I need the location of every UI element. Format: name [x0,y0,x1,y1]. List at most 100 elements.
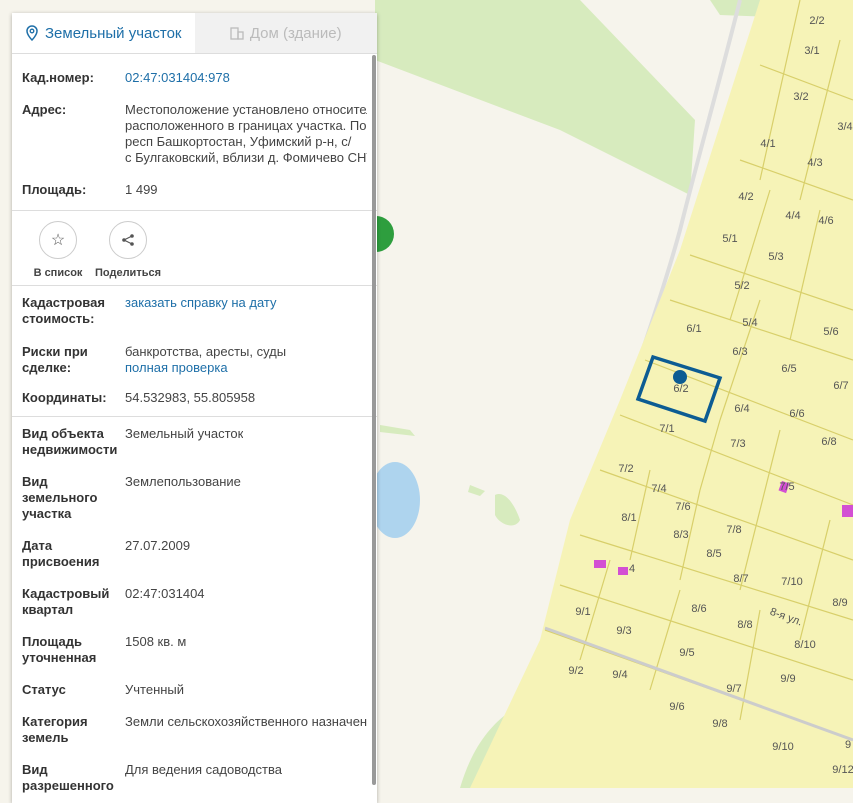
property-row: Площадь уточненная 1508 кв. м [12,634,377,666]
coordinates-row: Координаты: 54.532983, 55.805958 [12,390,377,406]
cost-label: Кадастровая стоимость: [22,295,105,326]
properties-list: Вид объекта недвижимости Земельный участок… [12,426,377,794]
property-label: Статус [22,682,66,697]
property-label: Вид объекта недвижимости [22,426,118,457]
tab-house[interactable]: Дом (здание) [194,13,377,53]
property-label: Дата присвоения [22,538,100,569]
scrollbar[interactable] [372,55,376,785]
address-line: респ Башкортостан, Уфимский р-н, с/ [125,134,352,149]
plot-label: 9/5 [679,647,694,659]
property-value: Земли сельскохозяйственного назначения [125,714,367,729]
property-row: Вид объекта недвижимости Земельный участок [12,426,377,458]
plot-label: 7/2 [618,463,633,475]
plot-label: 7/1 [659,423,674,435]
property-value: Земельный участок [125,426,244,441]
address-line: Местоположение установлено относитель [125,102,367,117]
plot-label: 5/4 [742,317,757,329]
plot-label: 9/4 [612,669,627,681]
plot-label: 3/4 [837,121,852,133]
plot-label: 9/9 [780,673,795,685]
risk-value: банкротства, аресты, суды [125,344,287,359]
risk-row: Риски при сделке: банкротства, аресты, су… [12,344,377,376]
plot-label: 6/7 [833,380,848,392]
plot-label: 6/6 [789,408,804,420]
property-row: Статус Учтенный [12,682,377,698]
star-icon: ☆ [50,232,66,249]
plot-label: 9/8 [712,718,727,730]
plot-label: 6/2 [673,383,688,395]
building [842,505,853,517]
plot-label: 4 [629,563,635,575]
plot-label: 6/8 [821,436,836,448]
property-label: Кадастровый квартал [22,586,110,617]
plot-label: 6/5 [781,363,796,375]
property-value: 1508 кв. м [125,634,187,649]
tab-bar: Земельный участок Дом (здание) [12,13,377,54]
plot-label: 4/1 [760,138,775,150]
cad-number-value[interactable]: 02:47:031404:978 [125,70,230,86]
plot-label: 6/1 [686,323,701,335]
property-value: Для ведения садоводства [125,762,282,777]
cad-number-label: Кад.номер: [22,70,94,85]
plot-label: 8/7 [733,573,748,585]
address-line: расположенного в границах участка. Почт [125,118,367,133]
plot-label: 8/5 [706,548,721,560]
property-label: Площадь уточненная [22,634,97,665]
plot-label: 9/6 [669,701,684,713]
plot-label: 7/3 [730,438,745,450]
plot-label: 7/5 [779,481,794,493]
property-value: 27.07.2009 [125,538,191,553]
plot-label: 5/3 [768,251,783,263]
plot-label: 7/8 [726,524,741,536]
plot-label: 8/8 [737,619,752,631]
area-row: Площадь: 1 499 [12,182,377,198]
full-check-link[interactable]: полная проверка [125,360,286,376]
property-value: Учтенный [125,682,185,697]
plot-label: 4/3 [807,157,822,169]
plot-label: 9/2 [568,665,583,677]
plot-label: 3/1 [804,45,819,57]
property-row: Дата присвоения 27.07.2009 [12,538,377,570]
plot-label: 4/6 [818,215,833,227]
plot-label: 6/4 [734,403,749,415]
action-bar: ☆ В список Поделиться [12,211,377,285]
address-label: Адрес: [22,102,67,117]
plot-label: 9/7 [726,683,741,695]
plot-label: 2/2 [809,15,824,27]
plot-label: 4/2 [738,191,753,203]
pond [370,462,420,538]
risk-label: Риски при сделке: [22,344,88,375]
share-icon [122,234,134,246]
plot-label: 8/10 [794,639,815,651]
plot-label: 9/3 [616,625,631,637]
address-value: Местоположение установлено относитель ра… [125,102,367,166]
cad-number-row: Кад.номер: 02:47:031404:978 [12,70,377,86]
tab-land-label: Земельный участок [44,24,182,42]
building [618,567,628,575]
plot-label: 9/10 [772,741,793,753]
info-panel: Земельный участок Дом (здание) Кад.номер… [12,13,377,803]
save-to-list-button[interactable]: ☆ В список [30,221,86,285]
save-to-list-label: В список [33,267,83,279]
plot-label: 8/6 [691,603,706,615]
area-value: 1 499 [125,182,158,197]
address-row: Адрес: Местоположение установлено относи… [12,102,377,166]
plot-label: 7/4 [651,483,666,495]
coordinates-value: 54.532983, 55.805958 [125,390,256,405]
parcel-marker[interactable] [673,370,687,384]
property-value: 02:47:031404 [125,586,205,601]
plot-label: 5/1 [722,233,737,245]
building-icon [230,27,244,40]
plot-label: 9 [845,739,851,751]
plot-label: 3/2 [793,91,808,103]
plot-label: 8/9 [832,597,847,609]
property-row: Кадастровый квартал 02:47:031404 [12,586,377,618]
plot-label: 5/6 [823,326,838,338]
property-row: Вид земельного участка Землепользование [12,474,377,522]
share-button[interactable]: Поделиться [95,221,161,285]
plot-label: 9/1 [575,606,590,618]
order-certificate-link[interactable]: заказать справку на дату [125,295,277,327]
tab-land[interactable]: Земельный участок [12,13,195,53]
area-label: Площадь: [22,182,87,197]
coordinates-label: Координаты: [22,390,107,405]
